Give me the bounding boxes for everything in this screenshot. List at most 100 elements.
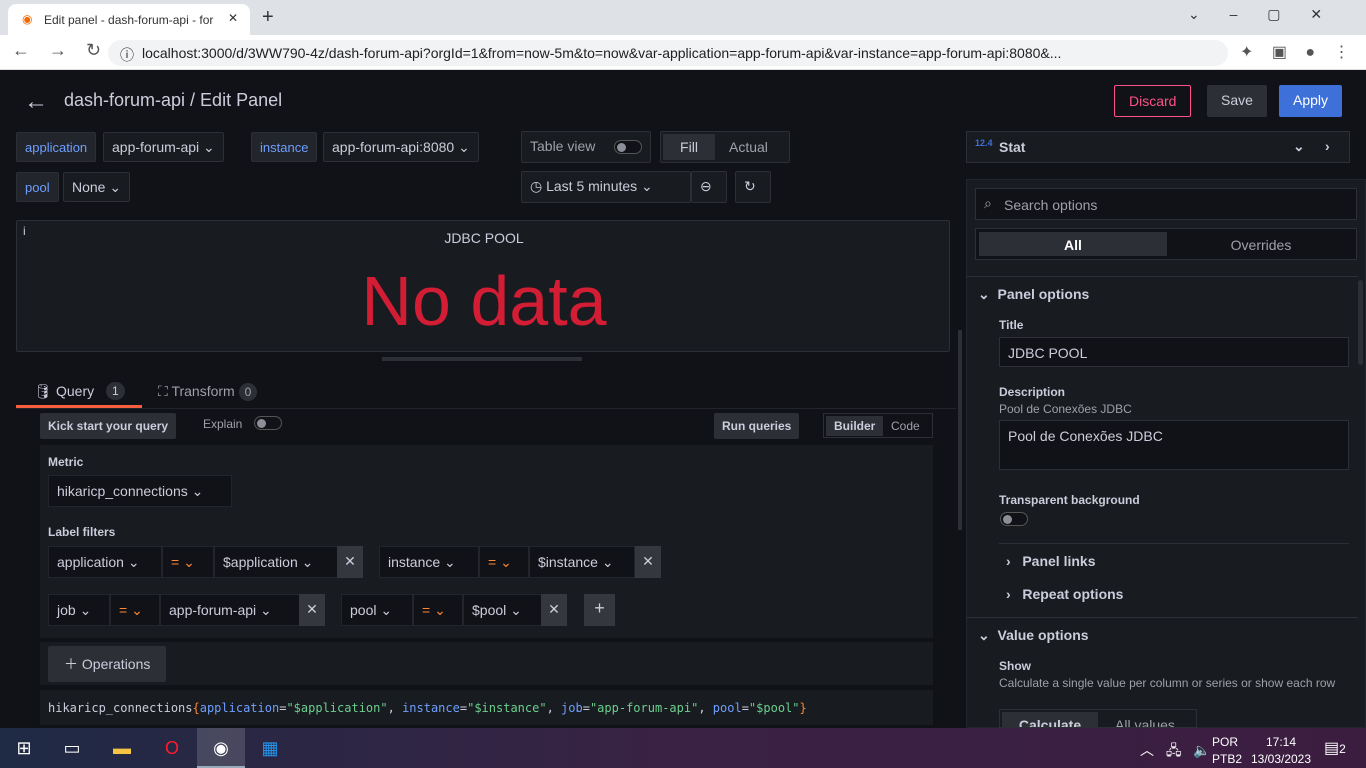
filter-op-select[interactable]: = ⌄ [479,546,529,578]
remove-filter-icon[interactable]: ✕ [299,594,325,626]
filter-value-select[interactable]: $instance ⌄ [529,546,635,578]
search-options-input[interactable]: ⌕ Search options [975,188,1357,220]
clock-icon: ◷ [530,178,547,194]
discard-button[interactable]: Discard [1114,85,1192,117]
left-scrollbar[interactable] [958,330,962,530]
tab-overrides[interactable]: Overrides [1166,237,1356,253]
tab-title: Edit panel - dash-forum-api - for [44,13,214,27]
filter-value-select[interactable]: app-forum-api ⌄ [160,594,300,626]
var-select-instance[interactable]: app-forum-api:8080 ⌄ [323,132,479,162]
docker-icon[interactable]: ▦ [246,728,294,768]
section-title: Value options [997,627,1089,643]
metric-value: hikaricp_connections [57,483,188,499]
promql-label-key: instance [402,701,460,715]
layout: PTB2 [1212,752,1243,766]
notifications-icon[interactable]: ▤2 [1324,738,1346,758]
url-text: localhost:3000/d/3WW790-4z/dash-forum-ap… [142,45,1062,61]
tab-transform[interactable]: ⛶ Transform 0 [158,383,258,401]
nav-buttons-icon[interactable]: ← → ↻ [12,40,101,61]
table-view-toggle[interactable]: Table view [521,131,651,163]
filter-value-select[interactable]: $pool ⌄ [463,594,543,626]
filter-op-select[interactable]: = ⌄ [110,594,160,626]
repeat-options-header[interactable]: › Repeat options [1006,586,1123,602]
clock[interactable]: 17:14 13/03/2023 [1250,734,1312,768]
toggle[interactable] [614,140,642,154]
resize-handle[interactable] [382,357,582,361]
code-option[interactable]: Code [891,419,920,433]
filter-op-select[interactable]: = ⌄ [413,594,463,626]
filter-key-select[interactable]: pool ⌄ [341,594,413,626]
fill-option[interactable]: Fill [663,134,715,160]
all-values-option[interactable]: All values [1115,717,1175,727]
description-textarea[interactable]: Pool de Conexões JDBC [999,420,1349,470]
transparent-toggle[interactable] [1000,512,1028,526]
var-label-instance: instance [251,132,318,162]
label-filters-label: Label filters [48,525,116,539]
window-controls[interactable]: ⌄ – ▢ ✕ [1188,6,1322,23]
stat-icon: 12.4 [975,138,993,148]
no-data-value: No data [361,262,607,340]
file-explorer-icon[interactable]: ▬ [98,728,146,768]
divider [966,276,1358,277]
url-input[interactable]: ⓘ localhost:3000/d/3WW790-4z/dash-forum-a… [108,40,1228,66]
panel-options-header[interactable]: ⌄ Panel options [978,286,1089,303]
remove-filter-icon[interactable]: ✕ [635,546,661,578]
windows-start-icon[interactable]: ⊞ [0,728,48,768]
filter-key-select[interactable]: job ⌄ [48,594,110,626]
operations-section [40,638,933,685]
search-placeholder: Search options [1004,197,1098,213]
time: 17:14 [1265,735,1297,749]
tab-label: Transform [171,383,235,399]
chrome-icon[interactable]: ◉ [197,728,245,768]
description-hint: Pool de Conexões JDBC [999,402,1132,416]
remove-filter-icon[interactable]: ✕ [337,546,363,578]
run-queries-button[interactable]: Run queries [714,413,800,439]
zoom-out-icon[interactable]: ⊖ [691,171,727,203]
actual-option[interactable]: Actual [729,139,768,155]
calculate-option[interactable]: Calculate [1002,712,1098,727]
title-input[interactable]: JDBC POOL [999,337,1349,367]
time-range-picker[interactable]: ◷ Last 5 minutes ⌄ [521,171,691,203]
refresh-icon[interactable]: ↻ [735,171,771,203]
back-arrow-icon[interactable]: ← [24,88,48,116]
divider [999,543,1349,544]
filter-value-select[interactable]: $application ⌄ [214,546,338,578]
var-select-pool[interactable]: None ⌄ [63,172,131,202]
var-select-application[interactable]: app-forum-api ⌄ [103,132,224,162]
tab-all[interactable]: All [979,232,1167,256]
filter-key-select[interactable]: instance ⌄ [379,546,479,578]
explain-label: Explain [203,417,243,431]
task-view-icon[interactable]: ▭ [48,728,96,768]
apply-button[interactable]: Apply [1279,85,1343,117]
filter-value: app-forum-api [169,602,257,618]
save-button[interactable]: Save [1207,85,1267,117]
opera-icon[interactable]: O [148,728,196,768]
promql-label-value: "$pool" [748,701,800,715]
new-tab-icon[interactable]: + [262,6,274,29]
chevron-right-icon[interactable]: › [1325,138,1330,154]
show-radio: Calculate All values [999,709,1197,728]
page-title: dash-forum-api / Edit Panel [64,90,283,110]
promql-label-key: application [199,701,280,715]
panel-links-header[interactable]: › Panel links [1006,553,1096,569]
remove-filter-icon[interactable]: ✕ [541,594,567,626]
filter-key: pool [350,602,377,618]
close-tab-icon[interactable]: ✕ [228,11,238,25]
tab-query[interactable]: 🛢 Query 1 [16,378,142,408]
explain-toggle[interactable] [254,416,282,430]
filter-op-select[interactable]: = ⌄ [162,546,214,578]
metric-select[interactable]: hikaricp_connections ⌄ [48,475,232,507]
add-filter-icon[interactable]: + [584,594,615,626]
browser-tab[interactable]: ◉ Edit panel - dash-forum-api - for ✕ [8,4,250,35]
filter-value: $application [223,554,298,570]
language-indicator[interactable]: POR PTB2 [1212,734,1242,768]
extensions-icons[interactable]: ✦ ▣ ● ⋮ [1240,42,1350,62]
value-options-header[interactable]: ⌄ Value options [978,627,1089,644]
builder-option[interactable]: Builder [826,416,884,436]
filter-key-select[interactable]: application ⌄ [48,546,162,578]
kick-start-button[interactable]: Kick start your query [40,413,177,439]
options-scrollbar[interactable] [1358,280,1363,365]
add-operations-button[interactable]: ＋ Operations [48,646,167,682]
tray-icons[interactable]: ︿ 🖧 🔈 [1140,740,1211,764]
visualization-picker[interactable]: 12.4 Stat ⌄ › [966,131,1350,163]
